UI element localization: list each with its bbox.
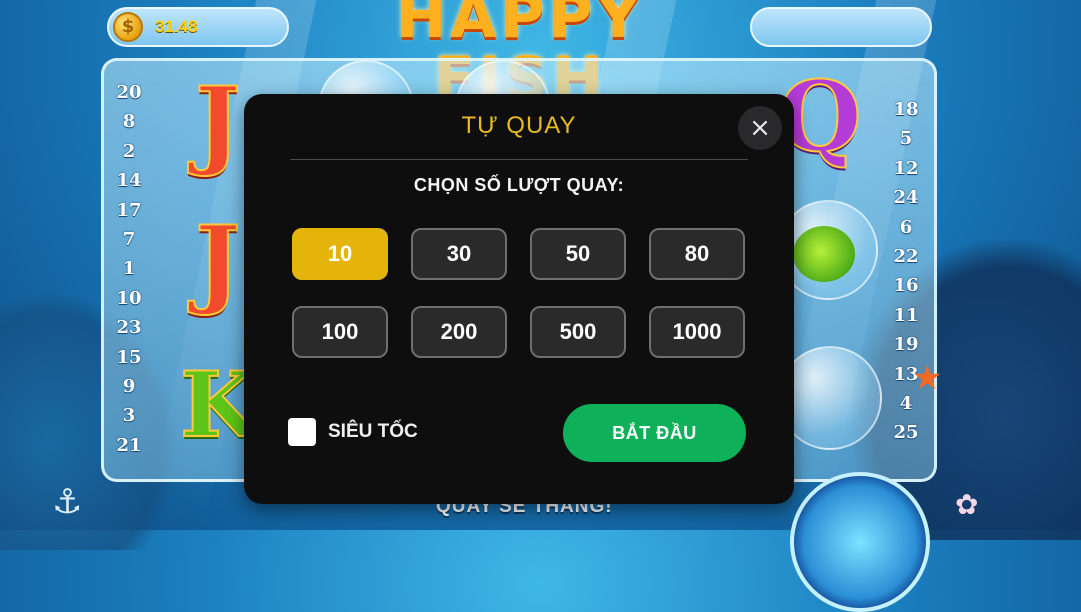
shell-icon: ✿ <box>955 488 979 521</box>
info-display <box>750 7 932 47</box>
balance-display: $ 31.48 <box>107 7 289 47</box>
spin-option-10[interactable]: 10 <box>292 228 388 280</box>
payline-number: 16 <box>893 275 919 297</box>
spin-count-label: CHỌN SỐ LƯỢT QUAY: <box>413 175 625 195</box>
dialog-title: TỰ QUAY <box>461 112 577 139</box>
payline-number: 1 <box>122 258 136 280</box>
payline-number: 18 <box>893 99 919 120</box>
payline-number: 20 <box>116 82 142 103</box>
payline-numbers-left: 20 8 2 14 17 7 1 10 23 15 9 3 21 <box>112 78 146 460</box>
payline-number: 23 <box>116 317 142 339</box>
payline-number: 10 <box>116 287 142 309</box>
close-icon: × <box>749 113 771 143</box>
payline-number: 6 <box>899 216 913 238</box>
payline-number: 7 <box>122 228 136 250</box>
payline-number: 14 <box>116 170 142 192</box>
payline-number: 9 <box>122 375 136 397</box>
turbo-label: SIÊU TỐC <box>328 421 418 442</box>
payline-number: 19 <box>893 334 919 356</box>
divider <box>290 159 748 160</box>
spin-button[interactable] <box>790 472 930 612</box>
anchor-icon: ⚓ <box>52 482 83 522</box>
game-logo: HAPPY FISH <box>395 0 645 110</box>
start-button[interactable]: BẮT ĐẦU <box>563 404 746 462</box>
starfish-icon: ★ <box>912 358 943 398</box>
payline-number: 3 <box>122 405 136 427</box>
payline-number: 21 <box>116 434 142 456</box>
spin-option-80[interactable]: 80 <box>649 228 745 280</box>
spin-option-50[interactable]: 50 <box>530 228 626 280</box>
payline-number: 11 <box>893 304 919 326</box>
spin-option-200[interactable]: 200 <box>411 306 507 358</box>
green-fish-symbol <box>793 226 855 282</box>
payline-number: 24 <box>893 187 919 209</box>
payline-number: 2 <box>122 140 136 162</box>
reel-symbol: J <box>194 204 241 319</box>
turbo-checkbox[interactable] <box>288 418 316 446</box>
reel-symbol: J <box>194 65 241 180</box>
payline-number: 15 <box>116 346 142 368</box>
spin-option-100[interactable]: 100 <box>292 306 388 358</box>
spin-option-500[interactable]: 500 <box>530 306 626 358</box>
close-button[interactable]: × <box>738 106 782 150</box>
spin-option-30[interactable]: 30 <box>411 228 507 280</box>
payline-number: 17 <box>116 199 142 221</box>
auto-spin-dialog: TỰ QUAY × CHỌN SỐ LƯỢT QUAY: 10 30 50 80… <box>244 94 794 504</box>
payline-number: 22 <box>893 245 919 267</box>
spin-option-1000[interactable]: 1000 <box>649 306 745 358</box>
balance-value: 31.48 <box>155 17 198 36</box>
coin-icon: $ <box>113 12 143 42</box>
payline-number: 25 <box>893 422 919 444</box>
payline-number: 12 <box>893 157 919 179</box>
payline-number: 5 <box>899 128 913 150</box>
payline-number: 8 <box>122 111 136 133</box>
